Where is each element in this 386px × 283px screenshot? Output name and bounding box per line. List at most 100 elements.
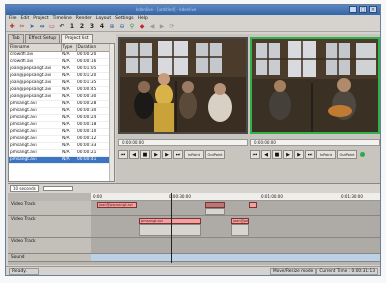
- clip-dur: 00:01:05: [76, 65, 114, 73]
- move-icon[interactable]: ⇹: [38, 23, 46, 31]
- clip-row[interactable]: pmsangt.avi N/A 00:00:24: [9, 114, 114, 122]
- step-forward-icon[interactable]: ▶: [162, 149, 172, 159]
- tab-first[interactable]: Tab: [8, 34, 24, 43]
- status-time: Current Time : 0:00:31:13: [316, 268, 378, 275]
- fast-forward-icon[interactable]: ⏭: [305, 149, 315, 159]
- menu-layout[interactable]: Layout: [96, 16, 111, 21]
- clip-list-scrollbar[interactable]: [109, 44, 114, 181]
- timeline-clip[interactable]: [205, 208, 225, 215]
- refresh-icon[interactable]: ⟳: [168, 23, 176, 31]
- timeline-clip[interactable]: [139, 224, 201, 236]
- snap-icon[interactable]: ⚲: [128, 23, 136, 31]
- clip-row[interactable]: joan@pepsangt.avi N/A 00:01:35: [9, 79, 114, 87]
- tab-project-list[interactable]: Project list: [61, 34, 93, 43]
- zoom-select[interactable]: 10 seconds: [10, 185, 39, 192]
- playhead[interactable]: [171, 193, 172, 263]
- track-lane[interactable]: [91, 238, 380, 254]
- rewind-icon[interactable]: ⏮: [118, 149, 128, 159]
- inpoint-button[interactable]: InPoint: [184, 149, 204, 159]
- menu-project[interactable]: Project: [33, 16, 48, 21]
- layout-1-button[interactable]: 1: [68, 23, 76, 31]
- clip-row[interactable]: joan@pepsangt.avi N/A 00:00:30: [9, 93, 114, 101]
- step-forward-icon[interactable]: ▶: [294, 149, 304, 159]
- step-back-icon[interactable]: ◀: [129, 149, 139, 159]
- rewind-icon[interactable]: ⏮: [250, 149, 260, 159]
- inpoint-button[interactable]: InPoint: [316, 149, 336, 159]
- clip-dur: 00:00:33: [76, 142, 114, 150]
- razor-icon[interactable]: ✂: [18, 23, 26, 31]
- clip-dur: 00:00:30: [76, 107, 114, 115]
- play-icon[interactable]: ▶: [283, 149, 293, 159]
- zoom-out-icon[interactable]: ⊖: [118, 23, 126, 31]
- timeline-clip[interactable]: [249, 202, 257, 208]
- track-header[interactable]: Video Track: [8, 238, 91, 254]
- clip-row[interactable]: pmsangt.avi N/A 00:00:28: [9, 100, 114, 108]
- forward-icon[interactable]: ▶: [158, 23, 166, 31]
- stop-icon[interactable]: ■: [272, 149, 282, 159]
- clip-type: N/A: [61, 156, 76, 164]
- clip-row[interactable]: joan@pepsangt.avi N/A 00:00:45: [9, 86, 114, 94]
- menu-edit[interactable]: Edit: [21, 16, 30, 21]
- clip-row[interactable]: crowdfl.avi N/A 00:00:20: [9, 51, 114, 59]
- minimize-button[interactable]: _: [349, 6, 357, 13]
- fast-forward-icon[interactable]: ⏭: [173, 149, 183, 159]
- clip-row[interactable]: pmsangt.avi N/A 00:00:41: [9, 156, 114, 164]
- add-clip-icon[interactable]: ✚: [8, 23, 16, 31]
- outpoint-button[interactable]: OutPoint: [337, 149, 357, 159]
- track-lane[interactable]: pmsangt.avi joan@pepsangt.avi: [91, 216, 380, 238]
- clip-monitor-ruler[interactable]: 0:00:00:00: [118, 139, 248, 146]
- zoom-slider[interactable]: [42, 186, 73, 191]
- workspace-monitor-ruler[interactable]: 0:00:00:00: [250, 139, 380, 146]
- column-type[interactable]: Type: [61, 44, 77, 52]
- back-icon[interactable]: ◀: [148, 23, 156, 31]
- column-duration[interactable]: Duration: [76, 44, 114, 52]
- outpoint-button[interactable]: OutPoint: [205, 149, 225, 159]
- clip-row[interactable]: pmsangt.avi N/A 00:00:18: [9, 121, 114, 129]
- timeline-clip[interactable]: [231, 224, 249, 236]
- play-icon[interactable]: ▶: [151, 149, 161, 159]
- timeline-clip[interactable]: joan@pepsangt.avi: [97, 202, 137, 208]
- column-filename[interactable]: Filename: [9, 44, 62, 52]
- clip-name: joan@pepsangt.avi: [9, 72, 61, 80]
- clip-type: N/A: [61, 114, 76, 122]
- clip-name: joan@pepsangt.avi: [9, 79, 61, 87]
- maximize-button[interactable]: □: [359, 6, 367, 13]
- clip-type: N/A: [61, 100, 76, 108]
- menu-render[interactable]: Render: [76, 16, 92, 21]
- clip-row[interactable]: joan@pepsangt.avi N/A 00:01:20: [9, 72, 114, 80]
- workspace-monitor-video: [250, 37, 380, 134]
- step-back-icon[interactable]: ◀: [261, 149, 271, 159]
- clip-row[interactable]: crowdfl.avi N/A 00:00:16: [9, 58, 114, 66]
- track-header[interactable]: Sound: [8, 254, 91, 262]
- track-lane[interactable]: joan@pepsangt.avi: [91, 201, 380, 216]
- clip-row[interactable]: pmsangt.avi N/A 00:00:30: [9, 107, 114, 115]
- track-header[interactable]: Video Track: [8, 201, 91, 216]
- clip-row[interactable]: joan@pepsangt.avi N/A 00:01:05: [9, 65, 114, 73]
- tab-effect-setup[interactable]: Effect Setup: [24, 34, 61, 43]
- zoom-in-icon[interactable]: ⊕: [108, 23, 116, 31]
- clip-row[interactable]: pmsangt.avi N/A 00:00:33: [9, 142, 114, 150]
- timeline-ruler[interactable]: 0:00 0:00:30:00 0:01:00:00 0:01:30:00: [91, 193, 380, 201]
- clip-type: N/A: [61, 142, 76, 150]
- spacer-icon[interactable]: ▭: [48, 23, 56, 31]
- layout-2-button[interactable]: 2: [78, 23, 86, 31]
- close-button[interactable]: ×: [369, 6, 377, 13]
- clip-row[interactable]: pmsangt.avi N/A 00:00:12: [9, 135, 114, 143]
- menu-file[interactable]: File: [9, 16, 17, 21]
- clip-list: Filename Type Duration crowdfl.avi N/A 00:…: [8, 43, 115, 182]
- select-icon[interactable]: ➤: [28, 23, 36, 31]
- clip-row[interactable]: pmsangt.avi N/A 00:00:10: [9, 128, 114, 136]
- clip-type: N/A: [61, 135, 76, 143]
- track-lane[interactable]: [91, 254, 380, 262]
- marker-icon[interactable]: ◆: [138, 23, 146, 31]
- layout-4-button[interactable]: 4: [98, 23, 106, 31]
- clip-dur: 00:00:18: [76, 121, 114, 129]
- layout-3-button[interactable]: 3: [88, 23, 96, 31]
- menu-timeline[interactable]: Timeline: [53, 16, 72, 21]
- clip-row[interactable]: pmsangt.avi N/A 00:00:21: [9, 149, 114, 157]
- menu-settings[interactable]: Settings: [115, 16, 133, 21]
- track-header[interactable]: Video Track: [8, 216, 91, 238]
- menu-help[interactable]: Help: [138, 16, 148, 21]
- undo-icon[interactable]: ↶: [58, 23, 66, 31]
- stop-icon[interactable]: ■: [140, 149, 150, 159]
